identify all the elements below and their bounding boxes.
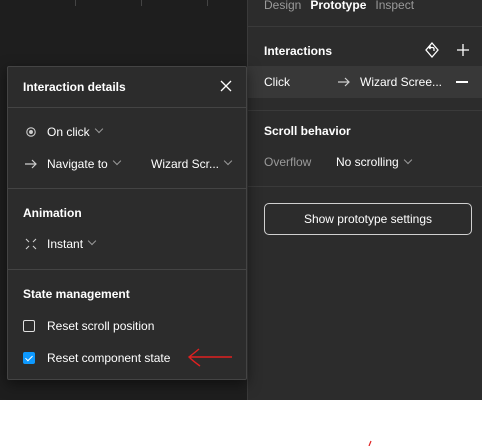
remove-interaction-icon[interactable] [456, 81, 468, 83]
reset-scroll-position-checkbox[interactable] [23, 320, 35, 332]
trigger-value: On click [47, 125, 90, 139]
arrow-right-icon [23, 156, 39, 172]
reset-component-state-checkbox[interactable] [23, 352, 35, 364]
overflow-select[interactable]: No scrolling [336, 155, 412, 169]
divider [248, 186, 482, 187]
arrow-right-icon [336, 74, 352, 90]
overflow-label: Overflow [264, 155, 312, 169]
scroll-behavior-title: Scroll behavior [264, 124, 351, 138]
divider [8, 188, 246, 189]
divider [248, 110, 482, 111]
interaction-trigger: Click [264, 75, 290, 89]
annotation-mark-icon [368, 440, 372, 446]
animation-title: Animation [23, 206, 82, 220]
reset-scroll-position-option[interactable]: Reset scroll position [23, 317, 154, 335]
close-icon[interactable] [219, 79, 233, 93]
flow-starting-point-icon[interactable] [423, 41, 441, 59]
divider [248, 26, 482, 27]
reset-component-state-option[interactable]: Reset component state [23, 349, 170, 367]
destination-value: Wizard Scr... [151, 157, 220, 171]
ruler-tick [207, 0, 208, 6]
instant-icon [23, 236, 39, 252]
destination-select[interactable]: Wizard Scr... [151, 155, 233, 173]
tab-inspect[interactable]: Inspect [375, 0, 414, 12]
annotation-arrow-icon [187, 348, 232, 367]
overflow-value: No scrolling [336, 155, 399, 169]
add-interaction-icon[interactable] [454, 41, 472, 59]
ruler-tick [75, 0, 76, 6]
panel-tabs: Design Prototype Inspect [264, 0, 423, 12]
properties-panel: Design Prototype Inspect Interactions Cl… [247, 0, 482, 400]
chevron-down-icon [223, 156, 233, 166]
reset-scroll-position-label: Reset scroll position [47, 319, 155, 333]
chevron-down-icon [112, 156, 121, 166]
chevron-down-icon [94, 124, 103, 134]
divider [8, 107, 246, 108]
action-value: Navigate to [47, 157, 108, 171]
interactions-title: Interactions [264, 44, 333, 58]
tab-prototype[interactable]: Prototype [310, 0, 366, 12]
divider [8, 269, 246, 270]
app-window: Design Prototype Inspect Interactions Cl… [0, 0, 482, 400]
trigger-select[interactable]: On click [23, 123, 103, 141]
dialog-title: Interaction details [23, 80, 126, 94]
interaction-details-dialog: Interaction details On click Navigate to… [7, 66, 247, 380]
show-prototype-settings-button[interactable]: Show prototype settings [264, 203, 472, 235]
reset-component-state-label: Reset component state [47, 351, 171, 365]
interaction-row[interactable]: Click Wizard Scree... [248, 66, 482, 98]
animation-select[interactable]: Instant [23, 235, 97, 253]
state-management-title: State management [23, 287, 130, 301]
trigger-icon [23, 124, 39, 140]
chevron-down-icon [403, 155, 412, 165]
action-select[interactable]: Navigate to [23, 155, 121, 173]
tab-design[interactable]: Design [264, 0, 301, 12]
animation-value: Instant [47, 237, 84, 251]
ruler-tick [141, 0, 142, 6]
chevron-down-icon [87, 236, 97, 246]
interaction-destination: Wizard Scree... [360, 75, 443, 89]
